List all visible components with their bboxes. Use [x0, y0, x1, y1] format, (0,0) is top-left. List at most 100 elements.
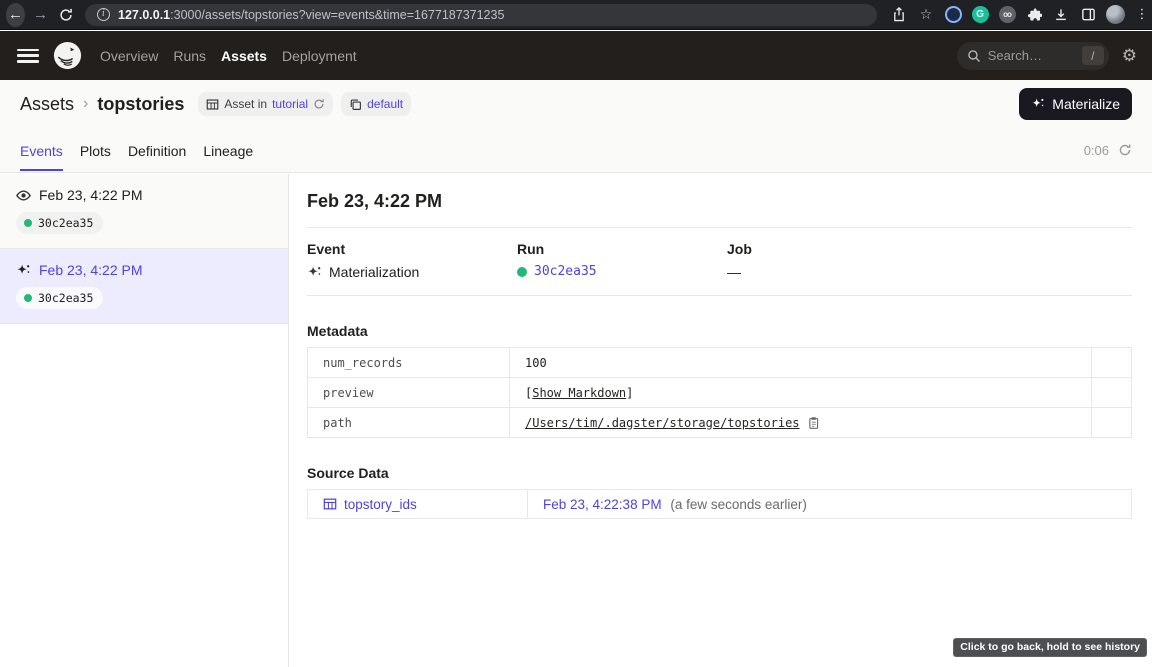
refresh-timer: 0:06 — [1084, 143, 1132, 158]
side-panel-icon[interactable] — [1078, 5, 1098, 25]
metadata-spare-cell — [1092, 408, 1132, 438]
address-bar[interactable]: i 127.0.0.1:3000/assets/topstories?view=… — [85, 4, 877, 26]
event-type-value: Materialization — [329, 264, 419, 280]
path-link[interactable]: /Users/tim/.dagster/storage/topstories — [525, 416, 800, 430]
materialization-sparkle-icon — [307, 265, 322, 280]
browser-toolbar-icons: ☆ G oo ⋮ — [889, 5, 1152, 25]
run-id-tag[interactable]: 30c2ea35 — [16, 287, 103, 309]
source-asset-cell: topstory_ids — [308, 490, 528, 519]
source-data-table: topstory_ids Feb 23, 4:22:38 PM (a few s… — [307, 489, 1132, 519]
eye-observation-icon — [16, 188, 31, 203]
event-column: Event Materialization — [307, 241, 517, 280]
run-column: Run 30c2ea35 — [517, 241, 727, 280]
search-input[interactable]: Search… / — [957, 42, 1109, 70]
event-detail-panel: Feb 23, 4:22 PM Event Materialization Ru… — [290, 174, 1152, 667]
metadata-spare-cell — [1092, 378, 1132, 408]
breadcrumb: Assets › topstories Asset in tutorial de… — [0, 80, 1152, 128]
nav-item-deployment[interactable]: Deployment — [282, 48, 357, 64]
run-label: Run — [517, 241, 727, 257]
table-icon — [323, 497, 337, 511]
source-time-cell: Feb 23, 4:22:38 PM (a few seconds earlie… — [528, 490, 1132, 519]
profile-avatar[interactable] — [1105, 5, 1125, 25]
code-location-tag-link[interactable]: default — [367, 97, 403, 111]
download-icon[interactable] — [1051, 5, 1071, 25]
event-summary-columns: Event Materialization Run 30c2ea35 Job — — [307, 241, 1132, 280]
run-id: 30c2ea35 — [38, 291, 93, 305]
tab-events[interactable]: Events — [20, 130, 63, 171]
show-markdown-link[interactable]: Show Markdown — [532, 386, 626, 400]
tab-plots[interactable]: Plots — [80, 130, 111, 171]
browser-back-icon[interactable]: ← — [6, 3, 25, 27]
asset-group-tag[interactable]: Asset in tutorial — [198, 92, 333, 116]
nav-item-overview[interactable]: Overview — [100, 48, 158, 64]
asset-group-tag-link[interactable]: tutorial — [272, 97, 308, 111]
refresh-timer-value: 0:06 — [1084, 143, 1109, 158]
run-id-tag[interactable]: 30c2ea35 — [16, 212, 103, 234]
job-label: Job — [727, 241, 937, 257]
extensions-puzzle-icon[interactable] — [1024, 5, 1044, 25]
event-time: Feb 23, 4:22 PM — [39, 187, 143, 203]
url-path: :3000/assets/topstories?view=events&time… — [170, 8, 504, 22]
breadcrumb-separator: › — [83, 95, 88, 113]
browser-forward-icon[interactable]: → — [31, 3, 50, 27]
run-status-dot — [24, 219, 32, 227]
source-time-note: (a few seconds earlier) — [670, 497, 807, 512]
run-id: 30c2ea35 — [38, 216, 93, 230]
gear-icon[interactable]: ⚙ — [1122, 46, 1137, 66]
share-icon[interactable] — [889, 5, 909, 25]
metadata-key: path — [308, 408, 510, 438]
glasses-extension-icon[interactable]: oo — [997, 5, 1017, 25]
window-corner — [1142, 659, 1152, 667]
table-row: path /Users/tim/.dagster/storage/topstor… — [308, 408, 1132, 438]
hamburger-menu-icon[interactable] — [17, 49, 39, 63]
materialize-button-label: Materialize — [1052, 96, 1120, 112]
code-location-tag[interactable]: default — [341, 92, 411, 116]
nav-item-runs[interactable]: Runs — [173, 48, 206, 64]
source-asset-name: topstory_ids — [344, 497, 417, 512]
materialize-sparkle-icon — [1031, 97, 1045, 111]
page-title: topstories — [97, 94, 184, 115]
table-row: topstory_ids Feb 23, 4:22:38 PM (a few s… — [308, 490, 1132, 519]
source-time-link[interactable]: Feb 23, 4:22:38 PM — [543, 497, 662, 512]
copy-clipboard-icon[interactable] — [807, 416, 820, 430]
dagster-logo[interactable] — [52, 40, 83, 71]
metadata-value: /Users/tim/.dagster/storage/topstories — [510, 408, 1092, 438]
grammarly-extension-icon[interactable]: G — [970, 5, 990, 25]
refresh-icon[interactable] — [1118, 143, 1132, 157]
metadata-key: num_records — [308, 348, 510, 378]
source-data-section-title: Source Data — [307, 465, 1132, 481]
materialize-button[interactable]: Materialize — [1019, 88, 1132, 120]
metadata-key: preview — [308, 378, 510, 408]
run-status-dot — [517, 267, 527, 277]
asset-tabs: Events Plots Definition Lineage 0:06 — [0, 128, 1152, 172]
metadata-section-title: Metadata — [307, 323, 1132, 339]
url-host: 127.0.0.1 — [118, 8, 170, 22]
breadcrumb-assets-link[interactable]: Assets — [20, 94, 74, 115]
tab-definition[interactable]: Definition — [128, 130, 186, 171]
tab-lineage[interactable]: Lineage — [203, 130, 253, 171]
browser-reload-icon[interactable] — [56, 3, 75, 27]
app-nav: Overview Runs Assets Deployment Search… … — [0, 31, 1152, 80]
search-shortcut-badge: / — [1082, 46, 1104, 65]
browser-menu-icon[interactable]: ⋮ — [1132, 5, 1152, 25]
run-id-link[interactable]: 30c2ea35 — [534, 264, 597, 279]
site-info-icon[interactable]: i — [97, 8, 110, 21]
url-text: 127.0.0.1:3000/assets/topstories?view=ev… — [118, 8, 504, 22]
run-status-dot — [24, 294, 32, 302]
extension-blue-icon[interactable] — [943, 5, 963, 25]
copies-icon — [349, 98, 362, 111]
nav-links: Overview Runs Assets Deployment — [100, 48, 357, 64]
asset-tags: Asset in tutorial default — [198, 92, 411, 116]
refresh-icon[interactable] — [313, 98, 325, 110]
event-list-item-materialization[interactable]: Feb 23, 4:22 PM 30c2ea35 — [0, 249, 288, 324]
bookmark-star-icon[interactable]: ☆ — [916, 5, 936, 25]
nav-item-assets[interactable]: Assets — [221, 48, 267, 64]
source-asset-link[interactable]: topstory_ids — [323, 497, 515, 512]
table-icon — [206, 98, 219, 111]
job-value: — — [727, 264, 741, 280]
event-time: Feb 23, 4:22 PM — [39, 262, 143, 278]
event-list-item-observation[interactable]: Feb 23, 4:22 PM 30c2ea35 — [0, 174, 288, 249]
browser-chrome: ← → i 127.0.0.1:3000/assets/topstories?v… — [0, 0, 1152, 30]
metadata-value: 100 — [510, 348, 1092, 378]
job-column: Job — — [727, 241, 937, 280]
